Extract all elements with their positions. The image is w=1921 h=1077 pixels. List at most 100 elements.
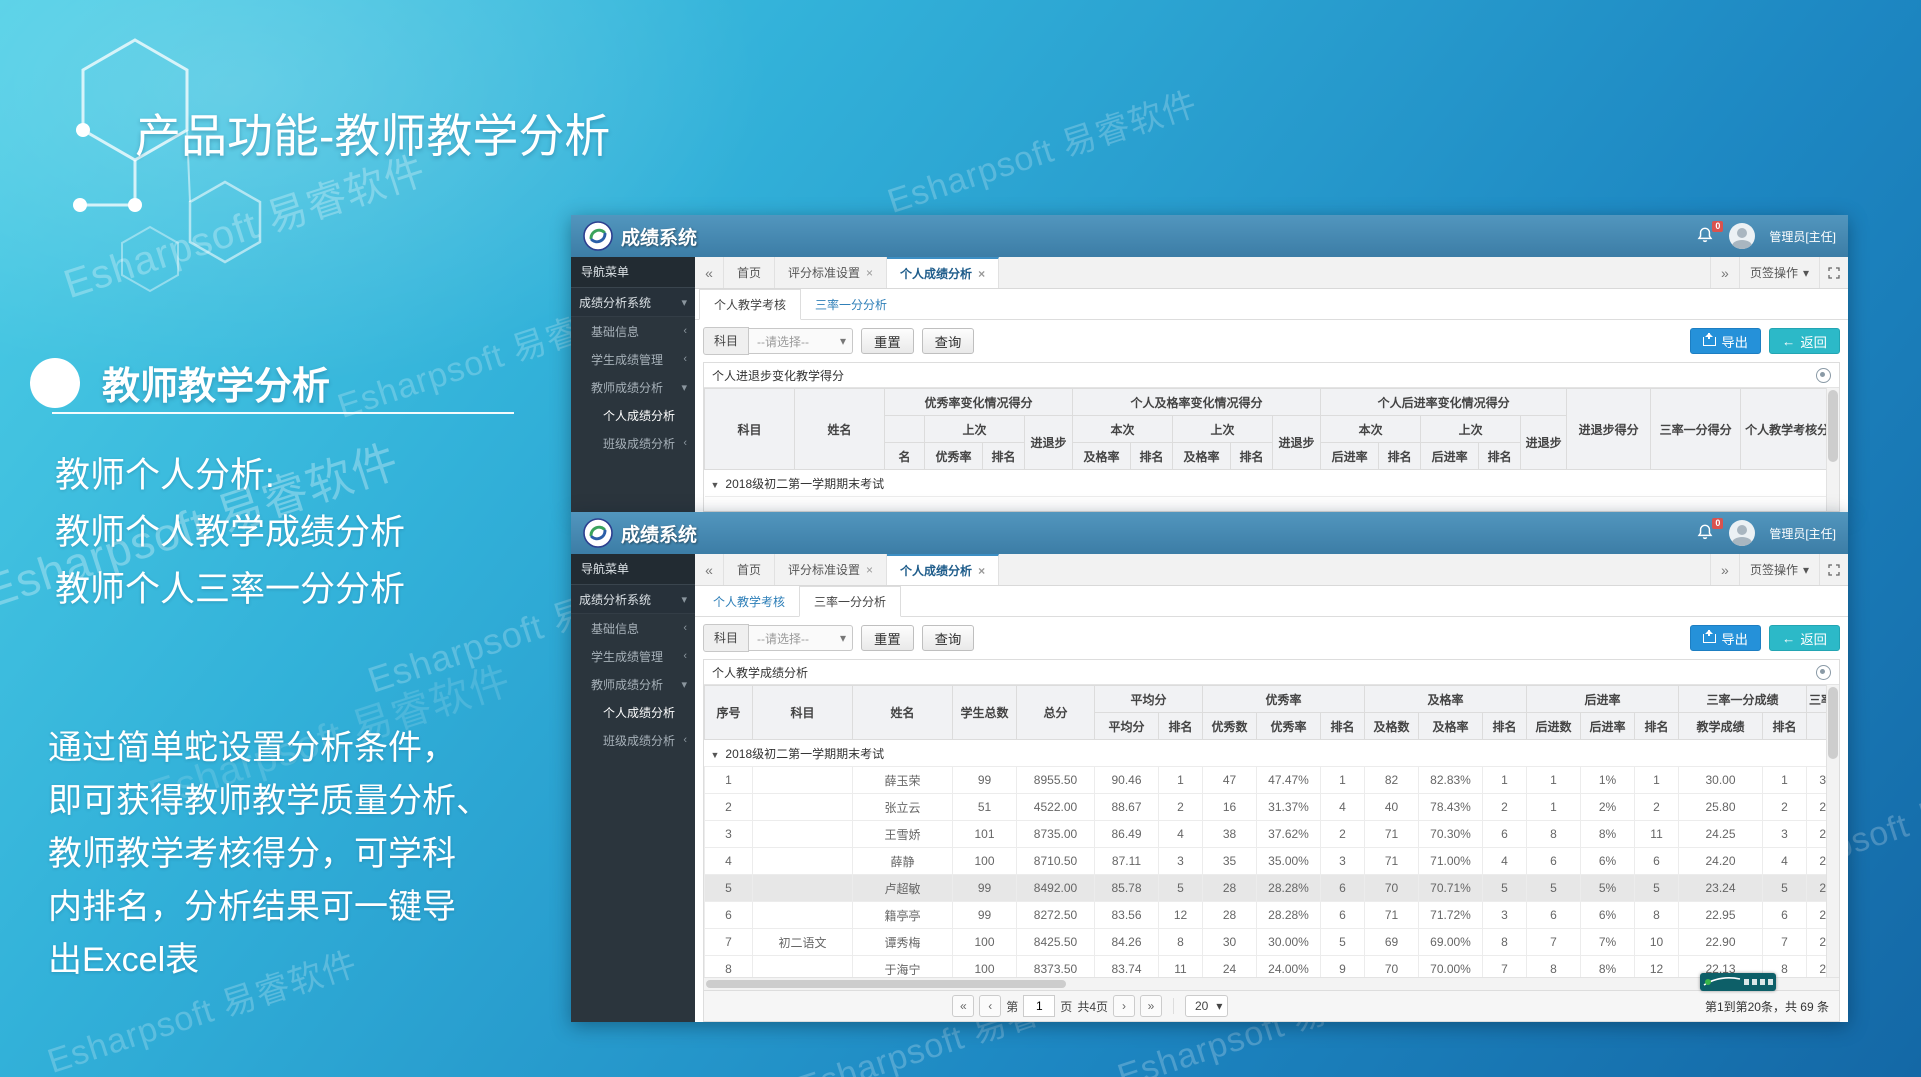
search-button[interactable]: 查询 xyxy=(922,625,975,651)
col-header-subject[interactable]: 科目 xyxy=(753,686,853,740)
sidebar-item-class-score-analysis[interactable]: 班级成绩分析‹ xyxy=(571,429,695,457)
bell-icon[interactable]: 0 xyxy=(1697,524,1715,542)
table-group-row[interactable]: ▼2018级初二第一学期期末考试 xyxy=(705,470,1827,497)
col-header-pass-count[interactable]: 及格数 xyxy=(1365,713,1419,740)
tab-scoring-standard[interactable]: 评分标准设置× xyxy=(775,257,887,288)
tab-scoring-standard[interactable]: 评分标准设置× xyxy=(775,554,887,585)
col-header-average[interactable]: 平均分 xyxy=(1095,713,1159,740)
pager-first-icon[interactable]: « xyxy=(952,995,974,1017)
tab-personal-score-analysis[interactable]: 个人成绩分析× xyxy=(887,554,999,585)
col-header-index[interactable]: 序号 xyxy=(705,686,753,740)
col-header-student-total[interactable]: 学生总数 xyxy=(953,686,1017,740)
col-header-rank[interactable]: 排名 xyxy=(1483,713,1527,740)
pager-last-icon[interactable]: » xyxy=(1140,995,1162,1017)
tab-operations-dropdown[interactable]: 页签操作▾ xyxy=(1739,554,1819,585)
close-icon[interactable]: × xyxy=(978,267,985,281)
col-header-rank[interactable]: 排名 xyxy=(1321,713,1365,740)
col-header-progress-score[interactable]: 进退步得分 xyxy=(1567,389,1651,470)
collapse-tabs-icon[interactable]: « xyxy=(695,257,724,288)
sidebar-item-personal-score-analysis[interactable]: 个人成绩分析 xyxy=(571,401,695,429)
table-group-row[interactable]: ▼2018级初二第一学期期末考试 xyxy=(705,740,1827,767)
subject-select[interactable]: --请选择--▾ xyxy=(749,328,853,354)
table-row[interactable]: 5 卢超敏99 8492.0085.78 528 28.28%6 7070.71… xyxy=(705,875,1827,902)
sidebar-item-personal-score-analysis[interactable]: 个人成绩分析 xyxy=(571,698,695,726)
export-button[interactable]: 导出 xyxy=(1690,328,1761,354)
col-header-rank[interactable]: 排名 xyxy=(1379,443,1421,470)
col-header-rank[interactable]: 排名 xyxy=(1231,443,1273,470)
col-header-teaching-score[interactable]: 教学成绩 xyxy=(1679,713,1763,740)
close-icon[interactable]: × xyxy=(866,563,873,577)
col-header-behind-rate[interactable]: 后进率 xyxy=(1321,443,1379,470)
tab-home[interactable]: 首页 xyxy=(724,554,775,585)
panel-tool-icon[interactable] xyxy=(1816,368,1831,383)
scrollbar-thumb[interactable] xyxy=(1828,390,1838,462)
col-header-rank[interactable]: 排名 xyxy=(1763,713,1807,740)
table-row[interactable]: 8 于海宁100 8373.5083.74 1124 24.00%9 7070.… xyxy=(705,956,1827,978)
expand-tabs-icon[interactable]: » xyxy=(1710,257,1739,288)
sidebar-item-score-analysis-system[interactable]: 成绩分析系统▾ xyxy=(571,288,695,317)
col-header-subject[interactable]: 科目 xyxy=(705,389,795,470)
avatar[interactable] xyxy=(1729,520,1755,546)
reset-button[interactable]: 重置 xyxy=(861,328,914,354)
page-size-select[interactable]: 20▾ xyxy=(1185,995,1228,1017)
reset-button[interactable]: 重置 xyxy=(861,625,914,651)
subject-select[interactable]: --请选择--▾ xyxy=(749,625,853,651)
scrollbar-thumb[interactable] xyxy=(1828,687,1838,759)
table-row[interactable]: 3 王雪娇101 8735.0086.49 438 37.62%2 7170.3… xyxy=(705,821,1827,848)
subtab-three-rate-analysis[interactable]: 三率一分分析 xyxy=(799,586,901,617)
panel-tool-icon[interactable] xyxy=(1816,665,1831,680)
tab-operations-dropdown[interactable]: 页签操作▾ xyxy=(1739,257,1819,288)
sidebar-item-class-score-analysis[interactable]: 班级成绩分析‹ xyxy=(571,726,695,754)
fullscreen-icon[interactable] xyxy=(1819,554,1848,585)
close-icon[interactable]: × xyxy=(978,564,985,578)
col-header-excellent-rate[interactable]: 优秀率 xyxy=(925,443,983,470)
bell-icon[interactable]: 0 xyxy=(1697,227,1715,245)
col-header-rank[interactable]: 排名 xyxy=(1635,713,1679,740)
table-row[interactable]: 7初二语文 谭秀梅100 8425.5084.26 830 30.00%5 69… xyxy=(705,929,1827,956)
vertical-scrollbar[interactable] xyxy=(1826,388,1839,511)
col-header-behind-rate[interactable]: 后进率 xyxy=(1421,443,1479,470)
collapse-tabs-icon[interactable]: « xyxy=(695,554,724,585)
col-header-pass-rate[interactable]: 及格率 xyxy=(1173,443,1231,470)
horizontal-scrollbar[interactable] xyxy=(704,977,1839,990)
pager-next-icon[interactable]: › xyxy=(1113,995,1135,1017)
col-header-progress[interactable]: 进退步 xyxy=(1025,416,1073,470)
back-button[interactable]: ←返回 xyxy=(1769,328,1840,354)
search-button[interactable]: 查询 xyxy=(922,328,975,354)
sidebar-item-base-info[interactable]: 基础信息‹ xyxy=(571,614,695,642)
sidebar-item-student-score-mgmt[interactable]: 学生成绩管理‹ xyxy=(571,345,695,373)
table-row[interactable]: 1 薛玉荣99 8955.5090.46 147 47.47%1 8282.83… xyxy=(705,767,1827,794)
col-header-pass-rate[interactable]: 及格率 xyxy=(1419,713,1483,740)
subtab-personal-teaching-exam[interactable]: 个人教学考核 xyxy=(699,587,799,616)
sidebar-item-base-info[interactable]: 基础信息‹ xyxy=(571,317,695,345)
col-header-teaching-score[interactable]: 个人教学考核分数 xyxy=(1741,389,1826,470)
col-header-name[interactable]: 姓名 xyxy=(853,686,953,740)
col-header-progress[interactable]: 进退步 xyxy=(1273,416,1321,470)
col-header-rank[interactable]: 排名 xyxy=(1479,443,1521,470)
group-expand-icon[interactable]: ▼ xyxy=(711,480,720,490)
col-header-rank[interactable]: 排名 xyxy=(1159,713,1203,740)
back-button[interactable]: ←返回 xyxy=(1769,625,1840,651)
col-header-cut[interactable] xyxy=(1807,713,1826,740)
sidebar-item-teacher-score-analysis[interactable]: 教师成绩分析▾ xyxy=(571,373,695,401)
col-header-behind-count[interactable]: 后进数 xyxy=(1527,713,1581,740)
col-header-rank-cut[interactable]: 名 xyxy=(885,443,925,470)
expand-tabs-icon[interactable]: » xyxy=(1710,554,1739,585)
col-header-three-rate-score[interactable]: 三率一分得分 xyxy=(1651,389,1741,470)
sidebar-item-score-analysis-system[interactable]: 成绩分析系统▾ xyxy=(571,585,695,614)
col-header-name[interactable]: 姓名 xyxy=(795,389,885,470)
col-header-rank[interactable]: 排名 xyxy=(1131,443,1173,470)
tab-personal-score-analysis[interactable]: 个人成绩分析× xyxy=(887,257,999,288)
col-header-behind-rate[interactable]: 后进率 xyxy=(1581,713,1635,740)
table-row[interactable]: 6 籍亭亭99 8272.5083.56 1228 28.28%6 7171.7… xyxy=(705,902,1827,929)
pager-prev-icon[interactable]: ‹ xyxy=(979,995,1001,1017)
table-row[interactable]: 2 张立云51 4522.0088.67 216 31.37%4 4078.43… xyxy=(705,794,1827,821)
page-number-input[interactable] xyxy=(1023,995,1055,1017)
avatar[interactable] xyxy=(1729,223,1755,249)
group-expand-icon[interactable]: ▼ xyxy=(711,750,720,760)
col-header-excellent-rate[interactable]: 优秀率 xyxy=(1257,713,1321,740)
col-header-rank[interactable]: 排名 xyxy=(983,443,1025,470)
fullscreen-icon[interactable] xyxy=(1819,257,1848,288)
col-header-progress[interactable]: 进退步 xyxy=(1521,416,1567,470)
tab-home[interactable]: 首页 xyxy=(724,257,775,288)
